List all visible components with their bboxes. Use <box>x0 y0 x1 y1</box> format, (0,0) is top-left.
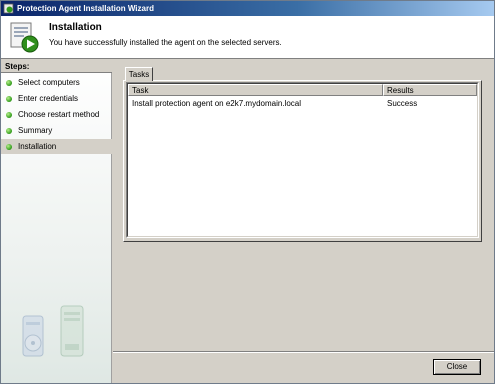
step-installation: Installation <box>1 139 112 154</box>
step-complete-icon <box>6 128 12 134</box>
step-complete-icon <box>6 96 12 102</box>
tasks-list: Task Results Install protection agent on… <box>126 82 479 238</box>
step-label: Installation <box>18 142 57 151</box>
button-divider <box>113 351 494 353</box>
step-label: Enter credentials <box>18 94 79 103</box>
wizard-icon <box>3 3 14 14</box>
install-agent-icon <box>10 22 39 53</box>
step-choose-restart-method: Choose restart method <box>1 107 112 122</box>
step-complete-icon <box>6 80 12 86</box>
tab-tasks[interactable]: Tasks <box>125 67 153 81</box>
step-complete-icon <box>6 144 12 150</box>
column-header-task[interactable]: Task <box>128 84 383 96</box>
window-title: Protection Agent Installation Wizard <box>17 4 154 13</box>
result-cell: Success <box>387 99 418 108</box>
step-summary: Summary <box>1 123 112 138</box>
step-label: Choose restart method <box>18 110 100 119</box>
steps-title: Steps: <box>1 60 112 73</box>
page-title: Installation <box>49 22 102 33</box>
page-subtitle: You have successfully installed the agen… <box>49 38 282 47</box>
close-button[interactable]: Close <box>433 359 481 375</box>
step-label: Summary <box>18 126 53 135</box>
step-select-computers: Select computers <box>1 75 112 90</box>
wizard-header: Installation You have successfully insta… <box>1 16 494 59</box>
servers-illustration-icon <box>22 305 84 357</box>
step-enter-credentials: Enter credentials <box>1 91 112 106</box>
wizard-window: Protection Agent Installation Wizard Ins… <box>0 0 495 384</box>
step-label: Select computers <box>18 78 80 87</box>
step-complete-icon <box>6 112 12 118</box>
task-cell: Install protection agent on e2k7.mydomai… <box>132 99 301 108</box>
steps-sidebar: Steps: Select computers Enter credential… <box>1 60 112 383</box>
column-header-results[interactable]: Results <box>383 84 477 96</box>
tasks-list-inner: Task Results Install protection agent on… <box>127 83 478 237</box>
title-bar: Protection Agent Installation Wizard <box>1 1 494 16</box>
